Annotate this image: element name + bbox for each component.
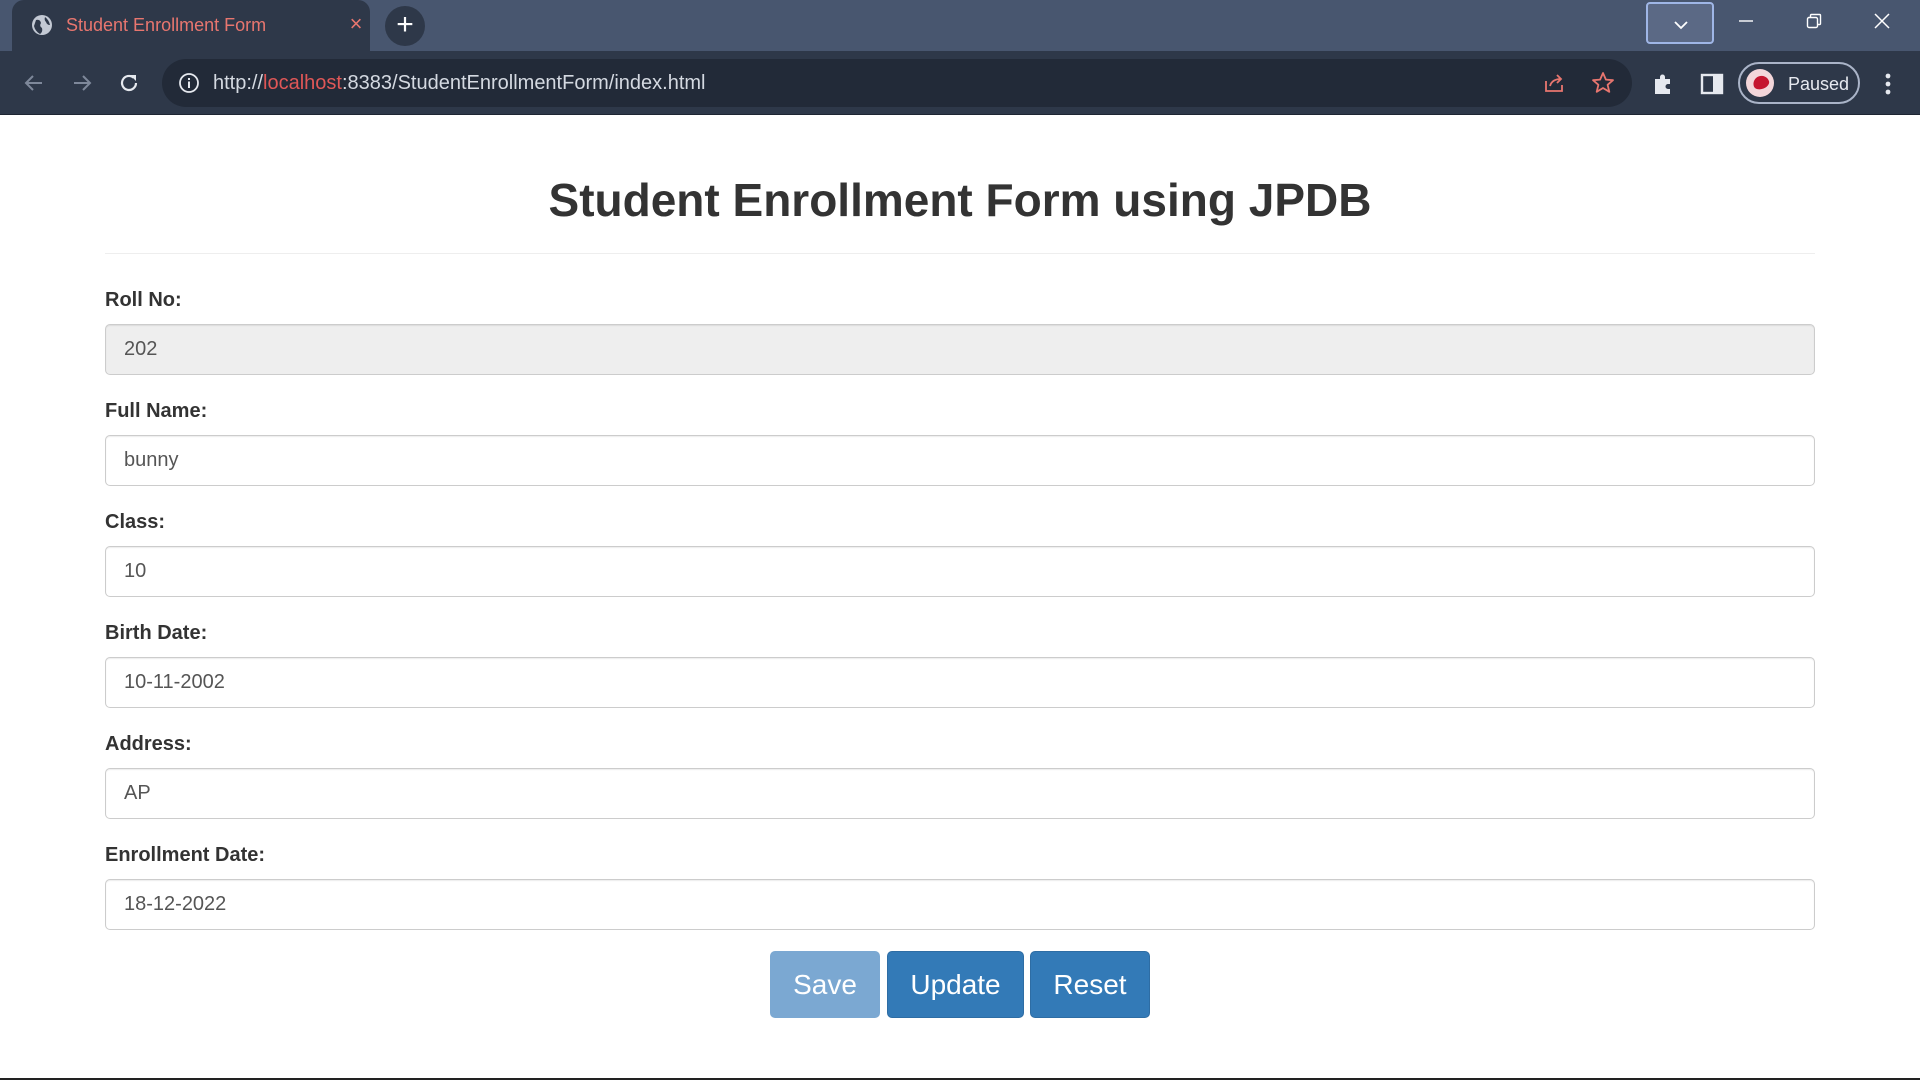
browser-tab[interactable]: Student Enrollment Form × bbox=[12, 0, 370, 51]
tab-close-icon[interactable]: × bbox=[345, 13, 367, 35]
arrow-left-icon bbox=[24, 75, 42, 91]
reload-button[interactable] bbox=[111, 65, 147, 101]
restore-button[interactable] bbox=[1781, 0, 1849, 44]
update-button[interactable]: Update bbox=[887, 951, 1024, 1018]
page-title: Student Enrollment Form using JPDB bbox=[548, 174, 1372, 226]
info-icon[interactable] bbox=[178, 72, 200, 94]
roll-no-label: Roll No: bbox=[105, 289, 182, 311]
full-name-label: Full Name: bbox=[105, 400, 208, 422]
side-panel-icon[interactable] bbox=[1698, 70, 1726, 98]
url-text: http://localhost:8383/StudentEnrollmentF… bbox=[213, 72, 706, 94]
save-button[interactable]: Save bbox=[770, 951, 880, 1018]
enrollment-date-input[interactable] bbox=[105, 879, 1815, 930]
reload-icon bbox=[120, 74, 138, 92]
profile-status: Paused bbox=[1788, 74, 1850, 94]
profile-button[interactable]: Paused bbox=[1738, 62, 1860, 104]
chevron-down-icon bbox=[1674, 21, 1688, 30]
new-tab-button[interactable]: + bbox=[385, 6, 425, 46]
reset-button[interactable]: Reset bbox=[1030, 951, 1150, 1018]
extensions-puzzle-icon[interactable] bbox=[1649, 70, 1677, 98]
class-label: Class: bbox=[105, 511, 166, 533]
arrow-right-icon bbox=[74, 75, 92, 91]
avatar bbox=[1746, 69, 1774, 97]
roll-no-input[interactable] bbox=[105, 324, 1815, 375]
back-button[interactable] bbox=[16, 65, 52, 101]
page-content: Student Enrollment Form using JPDB Roll … bbox=[0, 116, 1920, 1078]
more-menu-icon[interactable] bbox=[1876, 70, 1900, 98]
address-bar[interactable]: http://localhost:8383/StudentEnrollmentF… bbox=[162, 59, 1632, 107]
title-divider bbox=[105, 253, 1815, 254]
enrollment-date-label: Enrollment Date: bbox=[105, 844, 266, 866]
class-input[interactable] bbox=[105, 546, 1815, 597]
address-input[interactable] bbox=[105, 768, 1815, 819]
minimize-button[interactable] bbox=[1713, 0, 1781, 44]
minimize-icon bbox=[1739, 20, 1753, 22]
tab-search-button[interactable] bbox=[1646, 2, 1714, 44]
full-name-input[interactable] bbox=[105, 435, 1815, 486]
share-icon[interactable] bbox=[1542, 71, 1566, 95]
close-icon bbox=[1874, 13, 1890, 29]
bookmark-star-icon[interactable] bbox=[1590, 70, 1616, 96]
forward-button[interactable] bbox=[64, 65, 100, 101]
close-window-button[interactable] bbox=[1849, 0, 1917, 44]
browser-toolbar: http://localhost:8383/StudentEnrollmentF… bbox=[0, 51, 1920, 115]
restore-icon bbox=[1806, 13, 1822, 29]
globe-icon bbox=[32, 15, 52, 35]
address-label: Address: bbox=[105, 733, 192, 755]
tab-title: Student Enrollment Form bbox=[66, 15, 267, 35]
birth-date-input[interactable] bbox=[105, 657, 1815, 708]
birth-date-label: Birth Date: bbox=[105, 622, 208, 644]
browser-tab-strip: Student Enrollment Form × + bbox=[0, 0, 1920, 51]
